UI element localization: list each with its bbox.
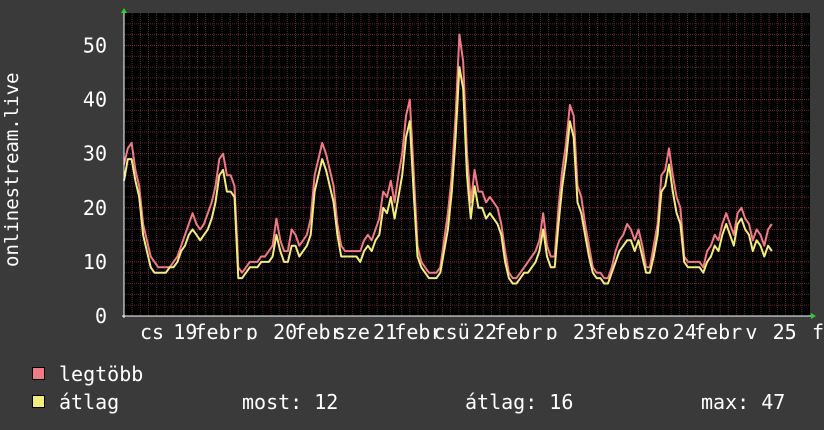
y-tick-label: 10 (83, 250, 107, 274)
y-axis-label: onlinestream.live (1, 72, 23, 268)
y-tick-label: 0 (95, 304, 107, 328)
x-tick-label: cs (140, 320, 164, 340)
x-tick-label: v (745, 320, 757, 340)
x-tick-label: p (546, 320, 558, 340)
x-axis-ticks: cs 19febr p 20febrsze 21febrcsü 22febr p 23febr… (140, 320, 824, 340)
x-tick-label: csü (434, 320, 470, 340)
legend-swatch-avg (32, 395, 45, 408)
y-axis-arrow (121, 8, 127, 13)
y-axis-ticks: 0 10 20 30 40 50 (83, 33, 107, 328)
x-axis-arrow (811, 313, 816, 319)
x-tick-label: sze (334, 320, 370, 340)
x-tick-label: szo (633, 320, 669, 340)
line-chart: 01020304050 cs 19febr p 20febrsze 21febrcsü 2… (83, 8, 824, 340)
y-tick-label: 50 (83, 33, 107, 57)
x-tick-label: p (246, 320, 258, 340)
stat-current: most: 12 (242, 390, 339, 414)
x-tick-label: febr (494, 320, 542, 340)
y-tick-label: 30 (83, 142, 107, 166)
legend-label-avg: átlag (59, 390, 120, 414)
y-tick-label: 20 (83, 196, 107, 220)
legend-label-max: legtöbb (59, 362, 144, 386)
x-tick-label: febr (694, 320, 742, 340)
y-tick-label: 40 (83, 88, 107, 112)
x-tick-label: febr (195, 320, 243, 340)
x-tick-label: f (812, 320, 824, 340)
graph-canvas: 0 10 20 30 40 50 cs 19 febr p 20 febr sze 21 febr csü 2… (0, 0, 824, 430)
stat-maximum: max: 47 (701, 390, 786, 414)
x-tick-label: 25 (773, 320, 797, 340)
stat-average: átlag: 16 (465, 390, 574, 414)
legend-swatch-max (32, 367, 45, 380)
